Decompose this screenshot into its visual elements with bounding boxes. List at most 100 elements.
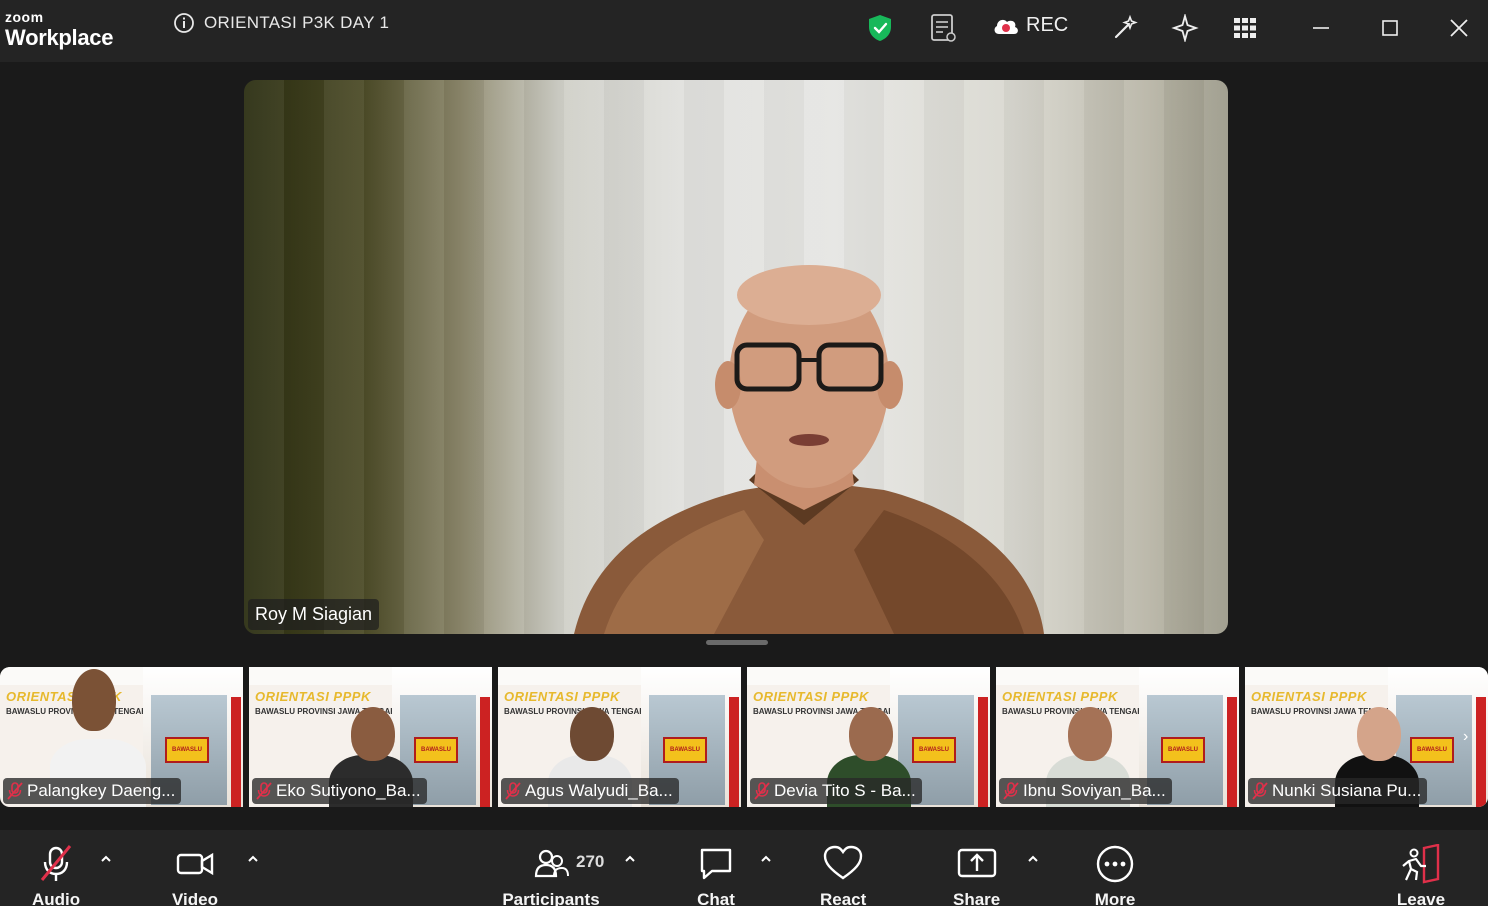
chat-options-chevron-icon[interactable] [759,852,773,866]
microphone-muted-icon [505,782,521,800]
brand-top: zoom [5,9,44,25]
participant-name-tag: Palangkey Daeng... [3,778,182,804]
sparkle-icon [1171,14,1199,42]
participant-name-tag: Agus Walyudi_Ba... [501,778,679,804]
speaker-name-tag: Roy M Siagian [248,599,380,630]
magic-wand-icon [1114,14,1138,39]
bawaslu-logo: BAWASLU [1410,737,1454,763]
next-page-arrow-icon[interactable]: › [1463,728,1468,746]
participant-name: Agus Walyudi_Ba... [525,781,673,800]
leave-label: Leave [1396,890,1446,906]
background-red-stripe [231,697,241,807]
close-icon [1450,19,1468,37]
leave-button[interactable]: Leave [1396,844,1446,906]
chat-bubble-icon [700,848,732,880]
more-button[interactable]: More [1093,844,1137,906]
chat-label: Chat [697,890,735,906]
resize-handle[interactable] [706,640,768,645]
brand-bottom: Workplace [5,25,114,50]
chat-button[interactable]: Chat [696,844,736,906]
minimize-button[interactable] [1306,13,1336,43]
audio-button[interactable]: Audio [32,844,80,906]
participant-tile[interactable]: ORIENTASI PPPKBAWASLU PROVINSI JAWA TENG… [249,667,492,807]
participant-name-tag: Ibnu Soviyan_Ba... [999,778,1172,804]
participant-head [1357,707,1401,761]
background-subtitle: BAWASLU PROVINSI JAWA TENGAH [1002,707,1144,716]
maximize-icon [1382,20,1398,36]
document-icon [931,14,956,42]
background-red-stripe [1476,697,1486,807]
leave-door-icon [1402,844,1440,884]
active-speaker-video[interactable]: Roy M Siagian [244,80,1228,634]
participants-label: Participants [502,890,600,906]
record-button[interactable]: REC [992,14,1068,37]
participant-head [849,707,893,761]
participant-head [351,707,395,761]
participant-tile[interactable]: ORIENTASI PPPK BAWASLU PROVINSI JAWA TENG… [996,667,1239,807]
participant-tile[interactable]: ORIENTASI PPPKBAWASLU PROVINSI JAWA TENG… [1245,667,1488,807]
microphone-muted-icon [40,845,72,881]
participant-name: Nunki Susiana Pu... [1272,781,1422,800]
microphone-muted-icon [256,782,272,800]
background-title: ORIENTASI PPPK [1002,689,1118,704]
share-options-chevron-icon[interactable] [1026,852,1040,866]
ai-companion-button[interactable] [1110,13,1140,43]
participant-head [72,669,116,731]
participant-name-tag: Nunki Susiana Pu... [1248,778,1428,804]
share-label: Share [953,890,1001,906]
bawaslu-logo: BAWASLU [165,737,209,763]
microphone-muted-icon [1003,782,1019,800]
participant-tile[interactable]: ORIENTASI PPPKBAWASLU PROVINSI JAWA TENG… [747,667,990,807]
shield-check-icon [869,15,891,41]
bawaslu-logo: BAWASLU [663,737,707,763]
info-icon [174,13,194,33]
participants-options-chevron-icon[interactable] [623,852,637,866]
meeting-controls: Audio Video Participants 270 Chat React … [0,830,1488,906]
speaker-figure [574,265,1044,634]
microphone-muted-icon [754,782,770,800]
heart-icon [823,845,863,880]
react-button[interactable]: React [820,844,866,906]
title-bar: zoom Workplace ORIENTASI P3K DAY 1 REC [0,0,1488,62]
react-label: React [820,890,867,906]
participant-name-tag: Eko Sutiyono_Ba... [252,778,427,804]
participant-strip: ORIENTASI PPPK BAWASLU PROVINSI JAWA TENG… [0,667,1488,807]
microphone-muted-icon [1252,782,1268,800]
microphone-muted-icon [7,782,23,800]
bawaslu-logo: BAWASLU [414,737,458,763]
participant-head [570,707,614,761]
background-red-stripe [1227,697,1237,807]
view-grid-button[interactable] [1230,13,1260,43]
share-screen-icon [957,848,996,878]
participant-name: Eko Sutiyono_Ba... [276,781,421,800]
more-dots-icon [1096,845,1134,883]
background-title: ORIENTASI PPPK [1251,689,1367,704]
notes-button[interactable] [928,13,958,43]
meeting-info-button[interactable]: ORIENTASI P3K DAY 1 [173,12,389,34]
participant-tile[interactable]: ORIENTASI PPPKBAWASLU PROVINSI JAWA TENG… [0,667,243,807]
participant-name: Devia Tito S - Ba... [774,781,916,800]
bawaslu-logo: BAWASLU [912,737,956,763]
close-button[interactable] [1444,13,1474,43]
background-title: ORIENTASI PPPK [255,689,371,704]
grid-icon [1234,18,1256,38]
video-options-chevron-icon[interactable] [246,852,260,866]
audio-options-chevron-icon[interactable] [99,852,113,866]
background-red-stripe [978,697,988,807]
video-button[interactable]: Video [172,844,218,906]
camera-icon [176,852,214,876]
participant-tile[interactable]: ORIENTASI PPPKBAWASLU PROVINSI JAWA TENG… [498,667,741,807]
background-subtitle: BAWASLU PROVINSI JAWA TENGAH [504,707,646,716]
bawaslu-logo: BAWASLU [1161,737,1205,763]
security-shield-button[interactable] [865,13,895,43]
share-button[interactable]: Share [953,844,1000,906]
audio-label: Audio [32,890,81,906]
rec-label: REC [1026,14,1069,36]
app-logo: zoom Workplace [5,10,113,51]
participant-name-tag: Devia Tito S - Ba... [750,778,922,804]
maximize-button[interactable] [1375,13,1405,43]
minimize-icon [1313,27,1329,29]
video-label: Video [172,890,218,906]
meeting-title: ORIENTASI P3K DAY 1 [204,13,390,32]
sparkle-button[interactable] [1170,13,1200,43]
